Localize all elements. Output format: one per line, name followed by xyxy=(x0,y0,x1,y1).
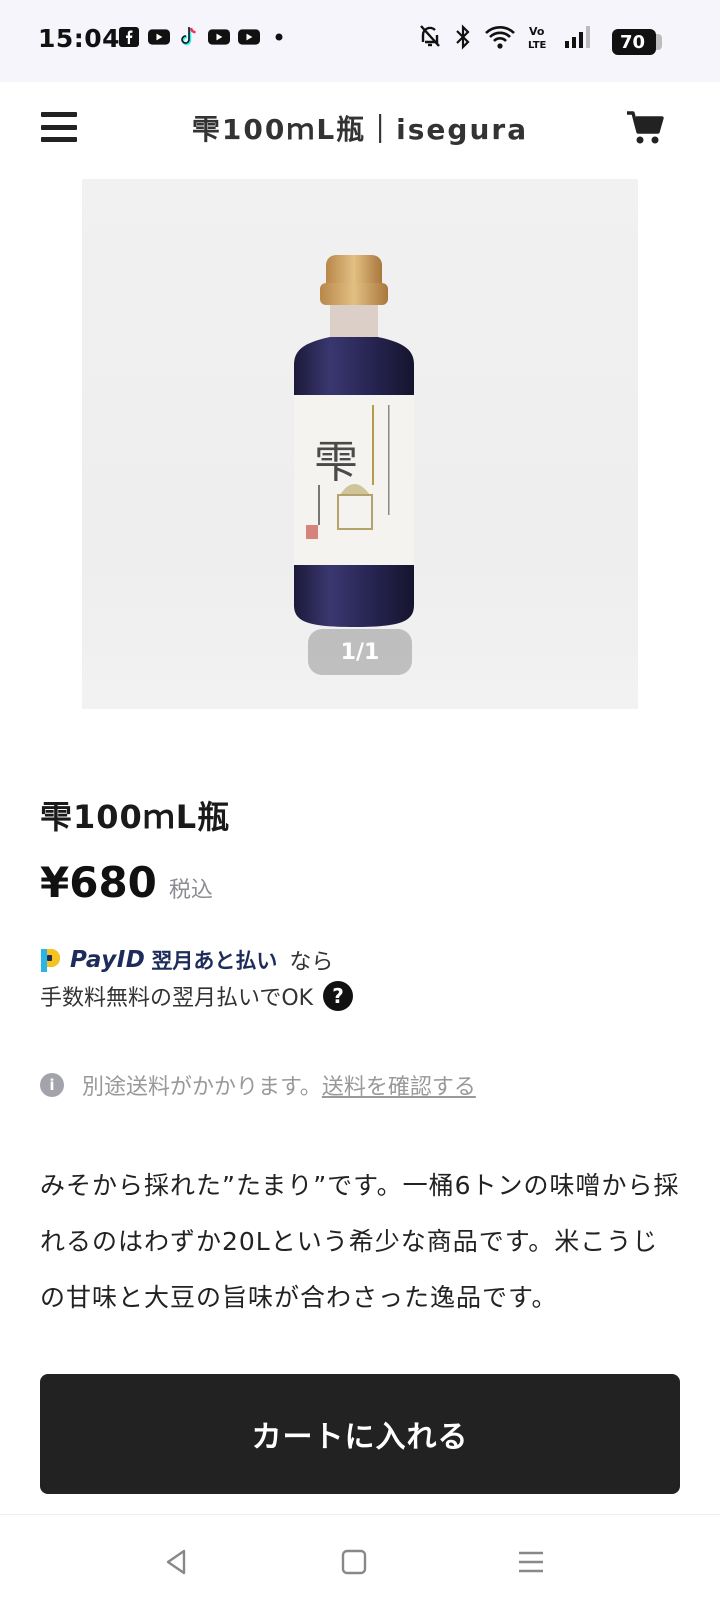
system-icons: Vo LTE xyxy=(418,24,594,50)
tax-label: 税込 xyxy=(168,878,213,903)
product-description: みそから採れた”たまり”です。一桶6トンの味噌から採れるのはわずか20Lという希… xyxy=(40,1171,680,1312)
bluetooth-icon xyxy=(456,24,470,50)
page-title: 雫100ｍL瓶｜isegura xyxy=(191,113,529,146)
home-square-icon xyxy=(341,1549,367,1575)
tiktok-icon xyxy=(178,27,200,46)
payid-brand: PayID xyxy=(70,947,146,973)
home-button[interactable] xyxy=(337,1545,371,1579)
payid-description: 手数料無料の翌月払いでOK ? xyxy=(40,980,354,1012)
soy-sauce-bottle-image: 雫 xyxy=(292,255,416,631)
payid-banner: PayID 翌月あと払い なら xyxy=(38,944,333,976)
shipping-notice: i 別途送料がかかります。送料を確認する xyxy=(40,1069,476,1101)
status-bar: 15:04 Vo LTE 70 xyxy=(0,0,720,82)
wifi-icon xyxy=(485,26,515,49)
help-icon[interactable]: ? xyxy=(323,981,354,1011)
svg-text:雫: 雫 xyxy=(314,437,358,488)
mute-bell-icon xyxy=(420,25,440,47)
back-triangle-icon xyxy=(166,1549,186,1575)
payid-suffix: なら xyxy=(289,950,334,975)
youtube-icon xyxy=(208,28,230,46)
product-price: ¥680 xyxy=(40,858,157,907)
back-button[interactable] xyxy=(160,1545,194,1579)
image-counter: 1/1 xyxy=(308,629,412,675)
dot-icon xyxy=(268,28,290,46)
facebook-icon xyxy=(118,27,140,47)
add-to-cart-button[interactable]: カートに入れる xyxy=(40,1374,680,1494)
hamburger-menu-button[interactable] xyxy=(41,112,77,142)
battery-icon: 70 xyxy=(612,29,656,55)
payid-logo-icon xyxy=(41,949,60,972)
cart-button[interactable] xyxy=(626,108,664,146)
battery-level: 70 xyxy=(620,31,646,53)
payid-line2: 手数料無料の翌月払いでOK xyxy=(40,986,314,1011)
youtube-icon xyxy=(148,28,170,46)
site-header: 雫100ｍL瓶｜isegura xyxy=(0,82,720,172)
recents-button[interactable] xyxy=(514,1545,548,1579)
shipping-check-link[interactable]: 送料を確認する xyxy=(322,1075,476,1100)
svg-text:LTE: LTE xyxy=(528,40,547,50)
status-time: 15:04 xyxy=(38,24,121,53)
shopping-cart-icon xyxy=(627,111,664,144)
youtube-icon xyxy=(238,28,260,46)
price-row: ¥680 税込 xyxy=(40,858,213,907)
product-image[interactable]: 雫 1/1 xyxy=(82,179,638,709)
product-name: 雫100ｍL瓶 xyxy=(40,798,231,836)
system-navigation-bar xyxy=(0,1514,720,1604)
info-icon: i xyxy=(40,1073,64,1097)
shipping-text: 別途送料がかかります。 xyxy=(82,1075,322,1100)
recents-menu-icon xyxy=(519,1551,543,1573)
svg-text:Vo: Vo xyxy=(529,25,545,38)
notification-icons xyxy=(118,27,290,47)
hamburger-menu-icon xyxy=(41,112,77,117)
payid-service: 翌月あと払い xyxy=(151,949,278,973)
signal-icon xyxy=(565,26,590,48)
volte-icon: Vo LTE xyxy=(528,25,547,50)
